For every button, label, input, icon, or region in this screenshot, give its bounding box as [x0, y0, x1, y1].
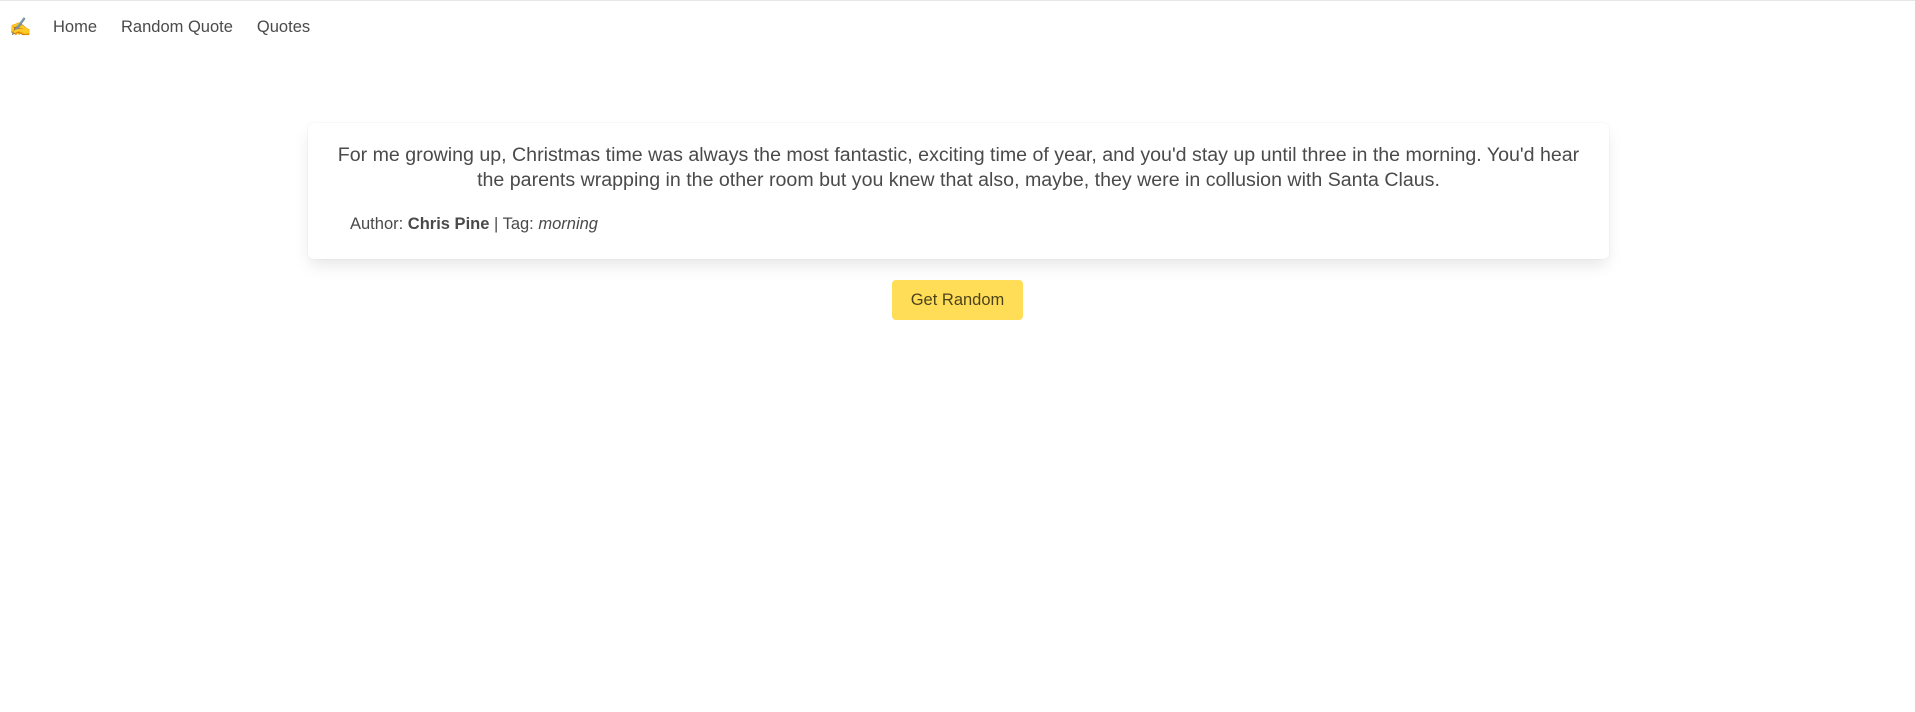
author-label: Author: — [350, 215, 408, 233]
actions: Get Random — [0, 280, 1915, 320]
tag-name: morning — [538, 215, 598, 233]
nav-item-home[interactable]: Home — [41, 1, 109, 53]
author-name: Chris Pine — [407, 215, 490, 233]
meta-separator: | — [489, 215, 503, 233]
writing-hand-icon: ✍️ — [9, 16, 32, 37]
nav-item-quotes[interactable]: Quotes — [245, 1, 322, 53]
quote-meta: Author: Chris Pine | Tag: morning — [328, 215, 1589, 234]
page: ✍️ Home Random Quote Quotes For me growi… — [0, 0, 1915, 712]
navbar: ✍️ Home Random Quote Quotes — [0, 1, 322, 53]
quote-text: For me growing up, Christmas time was al… — [337, 144, 1580, 191]
tag-label: Tag: — [502, 215, 539, 233]
nav-item-random-quote[interactable]: Random Quote — [109, 1, 245, 53]
quote-card: For me growing up, Christmas time was al… — [308, 123, 1609, 259]
brand-logo[interactable]: ✍️ — [0, 1, 41, 53]
get-random-button[interactable]: Get Random — [891, 280, 1024, 320]
